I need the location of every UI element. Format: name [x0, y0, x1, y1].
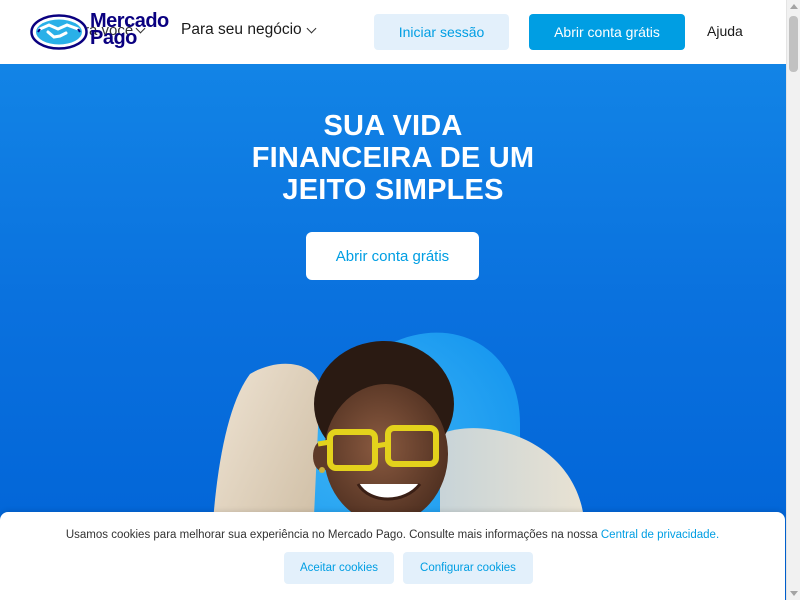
logo-line-2: Pago	[90, 27, 137, 49]
hero-open-account-button[interactable]: Abrir conta grátis	[306, 232, 479, 280]
cookie-text: Usamos cookies para melhorar sua experiê…	[65, 529, 598, 541]
handshake-logo-icon	[30, 14, 88, 50]
nav-business-dropdown[interactable]: Para seu negócio	[181, 21, 317, 39]
cookie-message: Usamos cookies para melhorar sua experiê…	[0, 529, 785, 541]
hero-title-line-3: JEITO SIMPLES	[282, 174, 504, 206]
hero-title-line-1: SUA VIDA	[323, 110, 463, 142]
help-link[interactable]: Ajuda	[707, 23, 743, 39]
privacy-center-link[interactable]: Central de privacidade.	[601, 529, 719, 541]
accept-cookies-button[interactable]: Aceitar cookies	[284, 552, 394, 584]
scrollbar-thumb[interactable]	[789, 16, 798, 72]
open-account-button[interactable]: Abrir conta grátis	[529, 14, 685, 50]
configure-cookies-button[interactable]: Configurar cookies	[403, 552, 533, 584]
scroll-up-arrow-icon[interactable]	[790, 4, 798, 9]
site-header: Mercado Pago ra você Para seu negócio In…	[0, 0, 786, 64]
cookie-banner: Usamos cookies para melhorar sua experiê…	[0, 512, 785, 600]
vertical-scrollbar[interactable]	[786, 0, 800, 600]
login-button[interactable]: Iniciar sessão	[374, 14, 509, 50]
hero-title: SUA VIDA FINANCEIRA DE UM JEITO SIMPLES	[193, 110, 593, 206]
logo-wordmark: Mercado Pago	[90, 11, 169, 49]
nav-business-label: Para seu negócio	[181, 21, 302, 38]
hero-title-line-2: FINANCEIRA DE UM	[251, 142, 535, 174]
chevron-down-icon	[306, 23, 317, 33]
scroll-down-arrow-icon[interactable]	[790, 591, 798, 596]
mercado-pago-logo[interactable]: Mercado Pago	[30, 11, 172, 52]
